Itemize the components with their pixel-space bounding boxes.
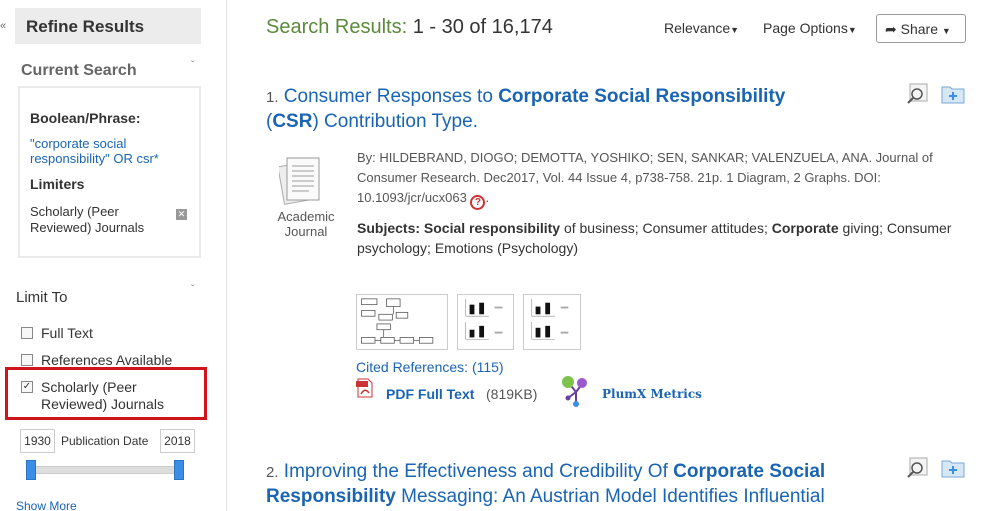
search-results-heading: Search Results: 1 - 30 of 16,174 xyxy=(266,16,553,39)
share-button[interactable]: ➦ Share ▼ xyxy=(876,14,966,43)
result-byline: By: HILDEBRAND, DIOGO; DEMOTTA, YOSHIKO;… xyxy=(357,150,933,210)
pdf-icon[interactable] xyxy=(356,378,374,398)
remove-limiter-icon[interactable]: ✕ xyxy=(176,209,187,220)
cited-references-link[interactable]: Cited References: (115) xyxy=(356,359,504,375)
figure-thumbnail-diagram[interactable] xyxy=(356,294,448,350)
share-label: Share xyxy=(900,21,938,37)
caret-down-icon: ▼ xyxy=(847,25,857,35)
references-available-checkbox[interactable] xyxy=(21,354,33,366)
plumx-icon[interactable] xyxy=(560,374,594,408)
limit-to-header[interactable]: Limit To xyxy=(16,289,67,306)
title-text: Consumer Responses to xyxy=(283,86,499,107)
current-search-collapse-icon[interactable]: ˇ xyxy=(191,60,194,71)
relevance-dropdown[interactable]: Relevance▼ xyxy=(664,20,739,36)
share-icon: ➦ xyxy=(885,21,897,37)
preview-magnifier-icon[interactable] xyxy=(906,457,930,479)
subject-highlight[interactable]: Corporate xyxy=(772,220,839,236)
title-highlight: CSR xyxy=(272,111,313,132)
pdf-size: (819KB) xyxy=(486,386,538,402)
limiter-value: Scholarly (Peer Reviewed) Journals xyxy=(30,204,145,235)
subjects-label: Subjects: xyxy=(357,220,421,236)
subject-text[interactable]: of business; Consumer attitudes; xyxy=(560,220,772,236)
refine-results-title: Refine Results xyxy=(15,8,201,44)
title-highlight: Responsibility xyxy=(266,486,396,507)
figure-thumbnail-graph-2[interactable] xyxy=(523,294,581,350)
pdf-full-text-link[interactable]: PDF Full Text xyxy=(386,386,474,402)
full-text-label: Full Text xyxy=(41,325,93,341)
limit-full-text[interactable]: Full Text xyxy=(21,325,93,341)
doi-icon[interactable]: ? xyxy=(470,195,486,210)
boolean-phrase-label: Boolean/Phrase: xyxy=(30,110,141,126)
limiters-label: Limiters xyxy=(30,176,85,192)
pub-date-slider-start-handle[interactable] xyxy=(26,460,36,480)
page-options-label: Page Options xyxy=(763,20,848,36)
result-title-1[interactable]: 1. Consumer Responses to Corporate Socia… xyxy=(266,85,866,134)
add-to-folder-icon[interactable] xyxy=(941,457,965,479)
add-to-folder-icon[interactable] xyxy=(941,83,965,105)
result-number: 1. xyxy=(266,89,279,106)
show-more-link[interactable]: Show More xyxy=(16,499,77,511)
collapse-sidebar-icon[interactable]: « xyxy=(0,20,6,32)
references-available-label: References Available xyxy=(41,352,173,368)
pub-date-start-input[interactable]: 1930 xyxy=(20,429,55,453)
result-number: 2. xyxy=(266,464,279,481)
highlight-box xyxy=(5,367,207,420)
current-search-header[interactable]: Current Search xyxy=(21,62,137,80)
plumx-metrics-link[interactable]: PlumX Metrics xyxy=(602,387,702,401)
page-options-dropdown[interactable]: Page Options▼ xyxy=(763,20,857,36)
subject-highlight[interactable]: Social responsibility xyxy=(424,220,560,236)
byline-text: By: HILDEBRAND, DIOGO; DEMOTTA, YOSHIKO;… xyxy=(357,150,933,205)
relevance-label: Relevance xyxy=(664,20,731,36)
result-title-2[interactable]: 2. Improving the Effectiveness and Credi… xyxy=(266,460,876,509)
pub-date-slider-track[interactable] xyxy=(30,466,180,474)
refine-sidebar: Refine Results Current Search ˇ Boolean/… xyxy=(5,0,227,511)
search-results-range: 1 - 30 of 16,174 xyxy=(412,16,553,38)
current-search-box: Boolean/Phrase: "corporate social respon… xyxy=(18,86,201,258)
result-subjects: Subjects: Social responsibility of busin… xyxy=(357,218,969,258)
limit-to-collapse-icon[interactable]: ˇ xyxy=(191,284,194,295)
search-results-page: « Refine Results Current Search ˇ Boolea… xyxy=(0,0,991,511)
document-type-label: Academic Journal xyxy=(277,209,335,239)
academic-journal-icon[interactable] xyxy=(279,154,325,206)
limit-references-available[interactable]: References Available xyxy=(21,352,172,368)
publication-date-label: Publication Date xyxy=(61,434,149,448)
pub-date-slider-end-handle[interactable] xyxy=(174,460,184,480)
title-text: Messaging: An Austrian Model Identifies … xyxy=(395,486,825,507)
title-highlight: Corporate Social Responsibility xyxy=(498,86,786,107)
caret-down-icon: ▼ xyxy=(941,26,951,36)
figure-thumbnail-graph-1[interactable] xyxy=(457,294,514,350)
search-results-label: Search Results: xyxy=(266,16,408,38)
title-text: Improving the Effectiveness and Credibil… xyxy=(283,461,674,482)
preview-magnifier-icon[interactable] xyxy=(906,83,930,105)
pub-date-end-input[interactable]: 2018 xyxy=(160,429,195,453)
boolean-phrase-value[interactable]: "corporate social responsibility" OR csr… xyxy=(30,136,189,166)
full-text-checkbox[interactable] xyxy=(21,327,33,339)
caret-down-icon: ▼ xyxy=(730,25,740,35)
title-highlight: Corporate Social xyxy=(673,461,826,482)
title-text: ) Contribution Type. xyxy=(312,111,478,132)
